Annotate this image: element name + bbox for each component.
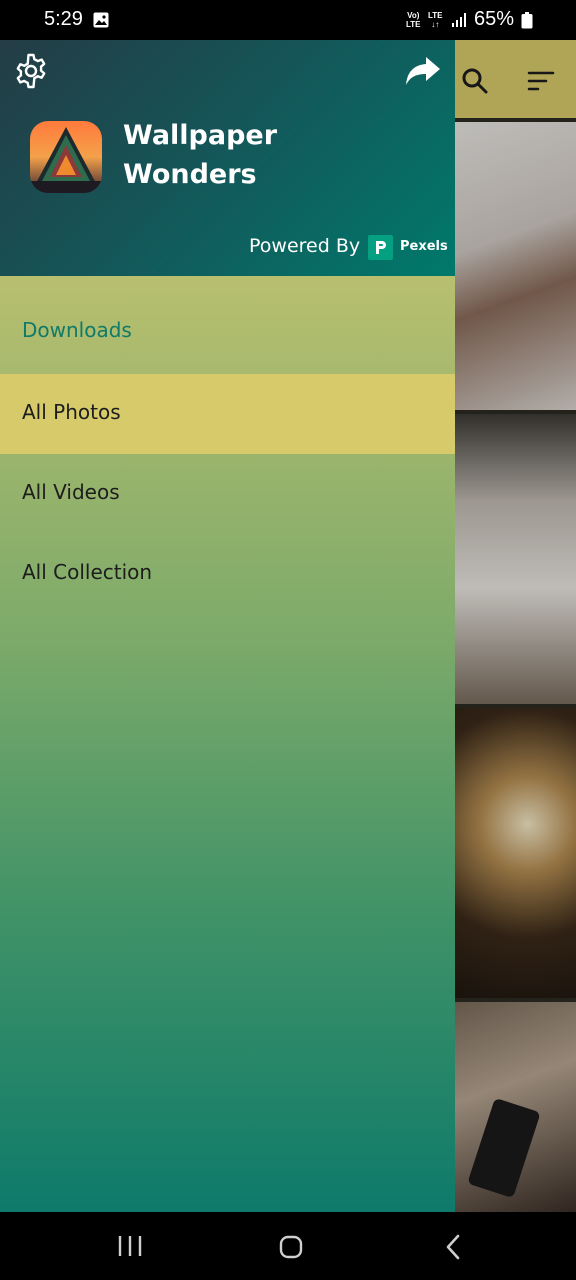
pexels-logo-icon[interactable] bbox=[368, 235, 393, 260]
gear-icon[interactable] bbox=[12, 52, 50, 90]
gallery-notification-icon bbox=[93, 12, 109, 28]
menu-item-label: All Photos bbox=[22, 400, 121, 424]
menu-item-downloads[interactable]: Downloads bbox=[0, 292, 455, 372]
menu-item-label: All Collection bbox=[22, 560, 153, 584]
powered-by-label: Powered By bbox=[249, 235, 361, 257]
menu-item-all-collection[interactable]: All Collection bbox=[0, 534, 455, 614]
status-time: 5:29 bbox=[44, 8, 83, 30]
battery-percent: 65% bbox=[474, 8, 515, 30]
system-navigation-bar bbox=[0, 1212, 576, 1280]
app-title: Wallpaper Wonders bbox=[123, 120, 278, 190]
volte-label: Vo) LTE bbox=[406, 11, 421, 29]
menu-item-all-photos[interactable]: All Photos bbox=[0, 374, 455, 454]
background-app bbox=[455, 40, 576, 1212]
status-bar: 5:29 Vo) LTE LTE ↓↑ 65% bbox=[0, 0, 576, 40]
app-logo bbox=[30, 121, 102, 193]
menu-item-label: Downloads bbox=[22, 318, 132, 342]
scrim-overlay[interactable] bbox=[455, 40, 576, 1212]
drawer-header: Wallpaper Wonders Powered By Pexels bbox=[0, 40, 455, 276]
recent-apps-icon[interactable] bbox=[117, 1234, 143, 1258]
menu-item-all-videos[interactable]: All Videos bbox=[0, 454, 455, 534]
home-icon[interactable] bbox=[278, 1234, 304, 1260]
menu-item-label: All Videos bbox=[22, 480, 120, 504]
navigation-drawer: Wallpaper Wonders Powered By Pexels Down… bbox=[0, 40, 455, 1212]
share-icon[interactable] bbox=[404, 53, 442, 89]
back-icon[interactable] bbox=[441, 1234, 465, 1260]
pexels-label: Pexels bbox=[400, 239, 448, 254]
signal-icon bbox=[452, 13, 466, 27]
lte-label: LTE ↓↑ bbox=[428, 11, 443, 29]
battery-icon bbox=[521, 12, 533, 29]
